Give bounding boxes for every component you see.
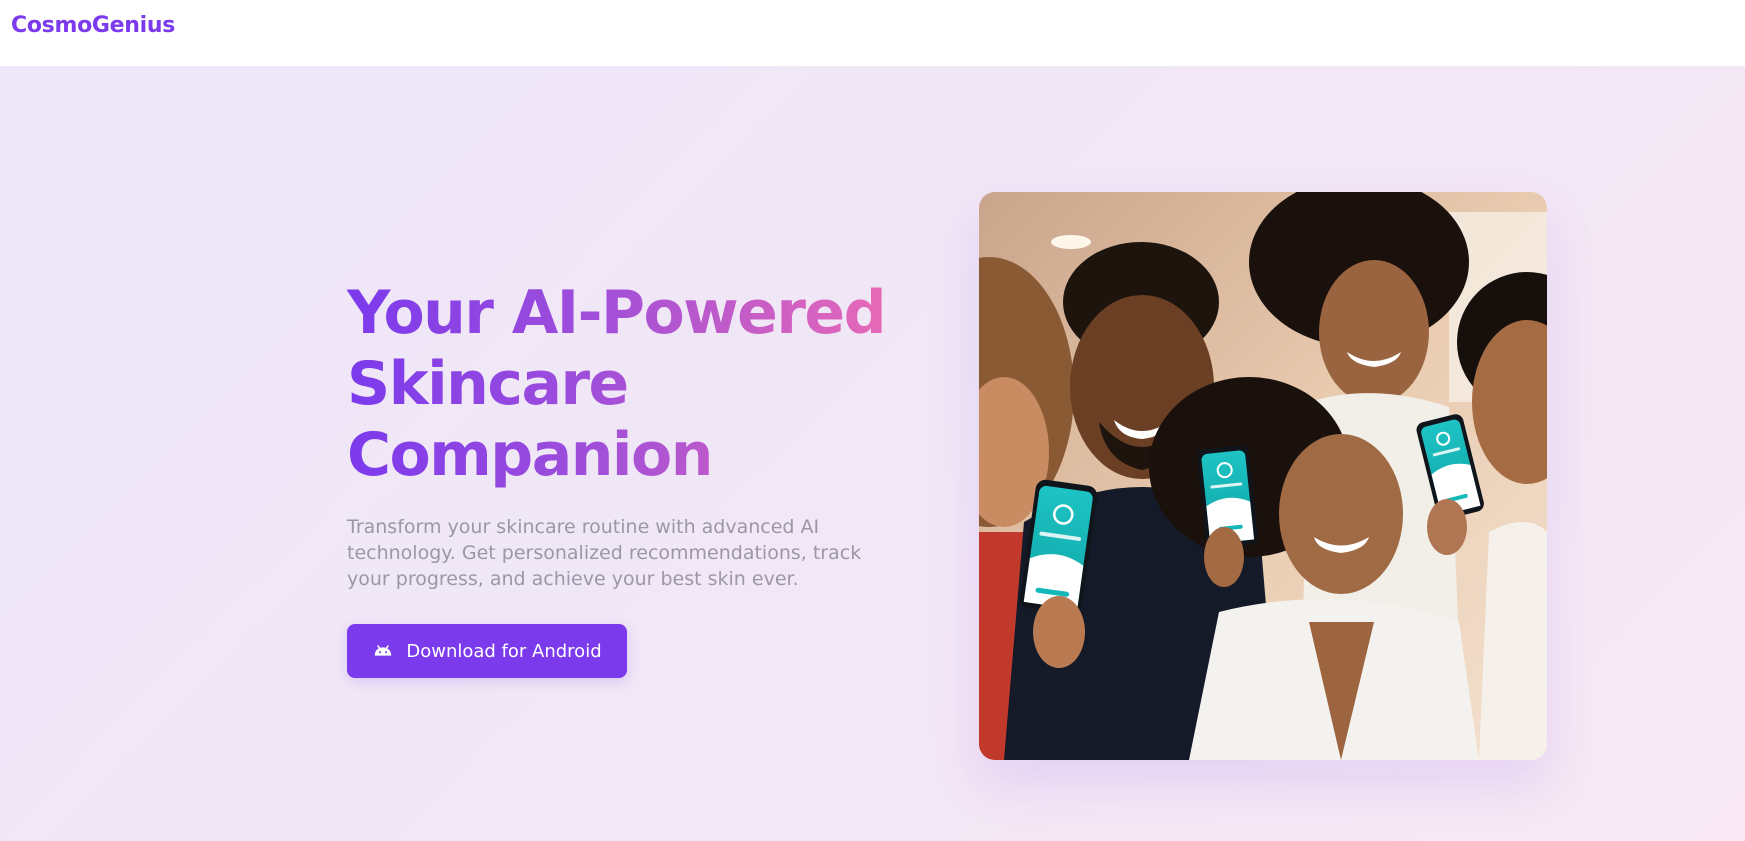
top-nav-bar: CosmoGenius — [0, 0, 1745, 66]
brand-logo[interactable]: CosmoGenius — [11, 13, 175, 38]
android-icon — [375, 645, 392, 656]
headline-line-1: Your AI-Powered — [347, 278, 886, 348]
hero-section: Your AI-Powered Skincare Companion Trans… — [0, 66, 1745, 841]
headline-line-2: Skincare — [347, 349, 628, 419]
group-photo-illustration — [979, 192, 1547, 760]
download-android-label: Download for Android — [406, 640, 602, 662]
hero-description: Transform your skincare routine with adv… — [347, 516, 862, 590]
download-android-button[interactable]: Download for Android — [347, 624, 627, 678]
hero-headline: Your AI-Powered Skincare Companion — [347, 278, 907, 491]
hero-image — [979, 192, 1547, 760]
headline-line-3: Companion — [347, 420, 712, 490]
